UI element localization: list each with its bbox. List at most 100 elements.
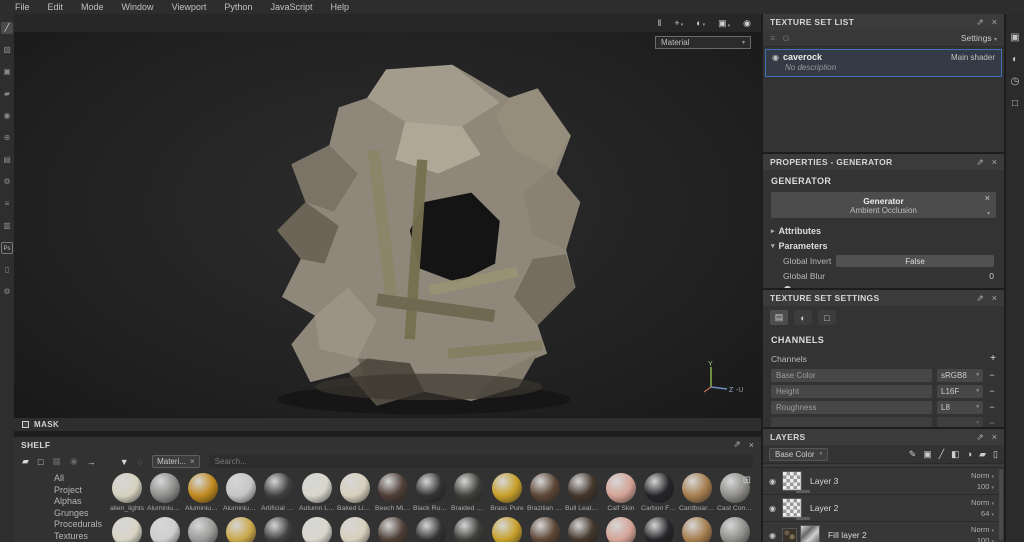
material-item[interactable] [642, 517, 676, 542]
visibility-eye-icon[interactable]: ◉ [769, 531, 776, 540]
material-item[interactable]: Carbon Fiber [642, 473, 676, 512]
tab-sphere-icon[interactable]: ◐ [794, 310, 812, 325]
material-picker-tool-icon[interactable]: ▤ [1, 154, 13, 166]
material-item[interactable] [490, 517, 524, 542]
material-item[interactable]: alien_lights [110, 473, 144, 512]
delete-layer-icon[interactable]: ▯ [993, 449, 998, 460]
resources-icon[interactable]: ▥ [1, 220, 13, 232]
polygon-fill-tool-icon[interactable]: ▰ [1, 88, 13, 100]
tab-resize-icon[interactable]: □ [818, 310, 836, 325]
material-item[interactable]: Calf Skin [604, 473, 638, 512]
stack-icon[interactable]: ≡ [1, 198, 13, 210]
close-panel-icon[interactable]: × [992, 17, 997, 27]
display-settings-dock-icon[interactable]: ◐ [1012, 54, 1018, 65]
material-item[interactable] [566, 517, 600, 542]
remove-channel-icon[interactable]: − [988, 402, 996, 412]
shelf-category[interactable]: Textures [14, 531, 104, 542]
slider-knob[interactable] [784, 286, 791, 288]
blend-mode-dropdown[interactable]: Norm ▾ [971, 471, 994, 480]
channel-filter-dropdown[interactable]: Base Color ▾ [769, 448, 828, 461]
channel-format-dropdown[interactable]: L8▾ [937, 401, 983, 414]
material-item[interactable] [604, 517, 638, 542]
clone-tool-icon[interactable]: ⊕ [1, 132, 13, 144]
channel-name-input[interactable]: Roughness [771, 401, 932, 414]
transform-gizmo-icon[interactable]: +▾ [674, 18, 683, 28]
generator-selector[interactable]: Generator Ambient Occlusion × ▾ [771, 192, 996, 218]
hide-resource-icon[interactable]: ◉ [70, 456, 78, 467]
display-settings-icon[interactable]: ◐▾ [696, 18, 705, 28]
attributes-group[interactable]: ▸ Attributes [763, 223, 1004, 238]
close-panel-icon[interactable]: × [992, 157, 997, 167]
tab-document-icon[interactable]: ▤ [770, 310, 788, 325]
channel-format-dropdown[interactable]: L16F▾ [937, 385, 983, 398]
shelf-header[interactable]: SHELF ⇗ × [14, 437, 761, 452]
clear-generator-icon[interactable]: × [985, 193, 990, 203]
filter-chip-materials[interactable]: Materi... × [152, 455, 200, 468]
eraser-tool-icon[interactable]: ▨ [1, 44, 13, 56]
import-resource-icon[interactable]: → [87, 457, 96, 467]
channel-name-input[interactable]: Base Color [771, 369, 932, 382]
camera-view-icon[interactable]: ▣▾ [718, 18, 730, 29]
detach-panel-icon[interactable]: ⇗ [976, 157, 984, 168]
material-item[interactable] [338, 517, 372, 542]
remove-filter-icon[interactable]: × [190, 457, 195, 466]
material-item[interactable] [186, 517, 220, 542]
material-item[interactable] [414, 517, 448, 542]
parameters-group[interactable]: ▾ Parameters [763, 238, 1004, 253]
add-fill-layer-icon[interactable]: ◧ [951, 449, 960, 460]
filter-circle-icon[interactable]: ○ [138, 457, 143, 467]
material-item[interactable]: Aluminium ... [148, 473, 182, 512]
shelf-category[interactable]: Grunges [14, 508, 104, 520]
add-folder-icon[interactable]: ▰ [979, 449, 986, 460]
texture-set-settings-header[interactable]: TEXTURE SET SETTINGS ⇗ × [763, 290, 1004, 306]
blend-mode-dropdown[interactable]: Norm ▾ [971, 498, 994, 507]
visibility-eye-icon[interactable]: ◉ [769, 477, 776, 486]
material-item[interactable] [680, 517, 714, 542]
global-blur-slider[interactable] [783, 286, 994, 288]
properties-header[interactable]: PROPERTIES - GENERATOR ⇗ × [763, 154, 1004, 170]
texture-set-item-caverock[interactable]: ◉ caverock Main shader No description [765, 49, 1002, 77]
shelf-category[interactable]: All [14, 473, 104, 485]
save-resource-icon[interactable]: ▦ [52, 456, 61, 467]
camera-dock-icon[interactable]: ▣ [1010, 32, 1019, 43]
fill-content-thumbnail[interactable] [782, 528, 797, 542]
settings-dropdown[interactable]: Settings ▾ [961, 33, 997, 43]
global-blur-value[interactable]: 0 [989, 271, 994, 281]
material-item[interactable] [300, 517, 334, 542]
layers-scrollbar[interactable] [999, 469, 1003, 540]
visibility-eye-icon[interactable]: ◉ [769, 504, 776, 513]
channel-name-input[interactable]: Height [771, 385, 932, 398]
menu-item[interactable]: File [6, 2, 39, 12]
new-resource-icon[interactable]: □ [38, 457, 43, 467]
material-item[interactable]: Cardboard ... [680, 473, 714, 512]
shelf-category[interactable]: Project [14, 485, 104, 497]
material-item[interactable] [148, 517, 182, 542]
viewport-3d[interactable]: ‖ +▾ ◐▾ ▣▾ ◉ [14, 14, 761, 431]
remove-channel-icon[interactable]: − [988, 418, 996, 427]
material-item[interactable] [528, 517, 562, 542]
target-filter-icon[interactable]: ⊙ [782, 33, 790, 44]
layer-row-fill-layer2[interactable]: ◉ Fill layer 2 Norm ▾ 100 ▾ [763, 522, 1004, 542]
detach-panel-icon[interactable]: ⇗ [976, 432, 984, 443]
add-paint-layer-icon[interactable]: ╱ [939, 449, 944, 460]
material-item[interactable]: Aluminium ... [186, 473, 220, 512]
visibility-eye-icon[interactable]: ◉ [772, 53, 779, 62]
channel-format-dropdown[interactable]: sRGB8▾ [937, 369, 983, 382]
menu-item[interactable]: JavaScript [261, 2, 321, 12]
shelf-category[interactable]: Alphas [14, 496, 104, 508]
close-panel-icon[interactable]: × [992, 432, 997, 442]
projection-tool-icon[interactable]: ▣ [1, 66, 13, 78]
material-item[interactable]: Artificial La... [262, 473, 296, 512]
material-item[interactable]: Brass Pure [490, 473, 524, 512]
layer-row-layer3[interactable]: ◉ Layer 3 Norm ▾ 100 ▾ [763, 468, 1004, 495]
add-channel-icon[interactable]: + [990, 353, 996, 364]
channel-name-input[interactable] [771, 417, 932, 428]
layer-row-layer2[interactable]: ◉ Layer 2 Norm ▾ 64 ▾ [763, 495, 1004, 522]
menu-item[interactable]: Help [321, 2, 358, 12]
detach-panel-icon[interactable]: ⇗ [733, 439, 741, 450]
history-dock-icon[interactable]: ◷ [1011, 76, 1020, 87]
material-item[interactable]: Bull Leather [566, 473, 600, 512]
viewport-canvas[interactable]: Y Z -U [14, 32, 761, 417]
menu-item[interactable]: Window [113, 2, 163, 12]
detach-panel-icon[interactable]: ⇗ [976, 293, 984, 304]
